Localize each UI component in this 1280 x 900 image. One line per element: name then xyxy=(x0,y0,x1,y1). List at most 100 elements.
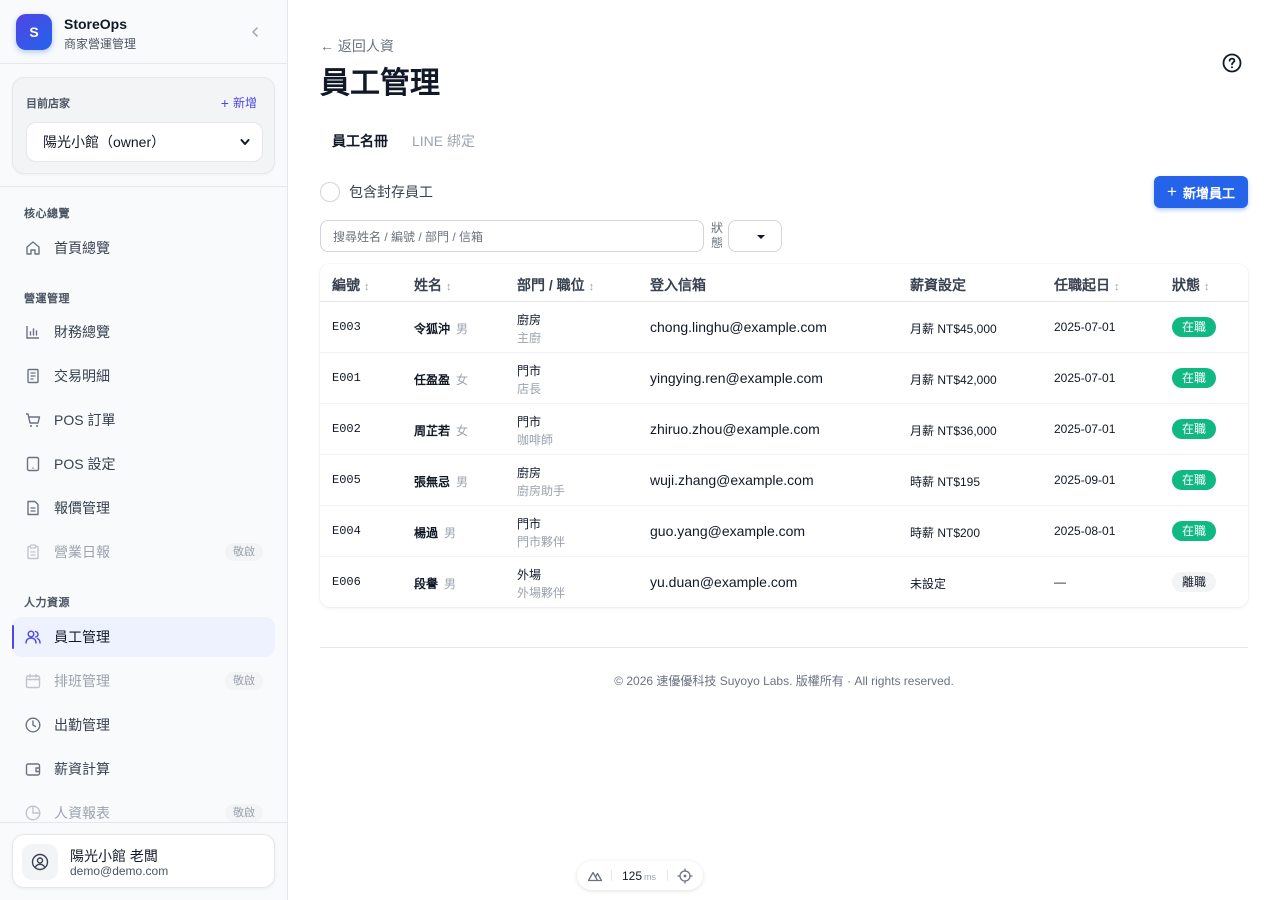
coming-soon-badge: 敬啟 xyxy=(225,672,263,690)
sidebar-item-label: 人資報表 xyxy=(54,805,110,821)
employee-email: guo.yang@example.com xyxy=(650,523,806,539)
col-header-dept[interactable]: 部門 / 職位 ↕ xyxy=(517,275,594,295)
wallet-icon xyxy=(24,760,42,778)
sidebar-item-label: 交易明細 xyxy=(54,368,110,384)
employee-start-date: 2025-08-01 xyxy=(1054,524,1116,538)
col-header-status[interactable]: 狀態 ↕ xyxy=(1172,275,1210,295)
employee-salary: 時薪 NT$195 xyxy=(910,475,981,489)
sidebar-item-label: POS 訂單 xyxy=(54,412,116,428)
store-select[interactable]: 陽光小館（owner） xyxy=(26,122,263,162)
search-input[interactable]: 搜尋姓名 / 編號 / 部門 / 信箱 xyxy=(320,220,704,252)
employee-id: E004 xyxy=(332,524,361,538)
status-badge: 在職 xyxy=(1172,368,1217,388)
sidebar-item-pos-settings[interactable]: POS 設定 xyxy=(12,444,275,484)
employee-id: E003 xyxy=(332,320,361,334)
employee-email: yu.duan@example.com xyxy=(650,574,798,590)
checkbox[interactable] xyxy=(320,182,340,202)
status-badge: 在職 xyxy=(1172,419,1217,439)
employee-start-date: 2025-07-01 xyxy=(1054,371,1116,385)
coming-soon-badge: 敬啟 xyxy=(225,543,263,561)
file-text-icon xyxy=(24,499,42,517)
employee-salary: 月薪 NT$42,000 xyxy=(910,373,997,387)
sidebar-item-shifts[interactable]: 排班管理 敬啟 xyxy=(12,661,275,701)
store-select-value: 陽光小館（owner） xyxy=(43,134,166,150)
calendar-icon xyxy=(24,672,42,690)
tab-line-binding[interactable]: LINE 綁定 xyxy=(412,131,475,151)
sidebar-item-label: 出勤管理 xyxy=(54,717,110,733)
employee-role: 主廚 xyxy=(517,331,542,345)
store-label: 目前店家 xyxy=(26,98,70,110)
sidebar-item-employees[interactable]: 員工管理 xyxy=(12,617,275,657)
divider xyxy=(320,647,1248,648)
table-row[interactable]: E001 任盈盈女 門市 店長 yingying.ren@example.com… xyxy=(320,353,1248,404)
status-filter-select[interactable] xyxy=(728,220,782,252)
sidebar-item-home[interactable]: 首頁總覽 xyxy=(12,228,275,268)
employee-start-date: — xyxy=(1054,575,1066,589)
table-row[interactable]: E005 張無忌男 廚房 廚房助手 wuji.zhang@example.com… xyxy=(320,455,1248,506)
add-store-button[interactable]: + 新增 xyxy=(221,94,257,111)
cart-icon xyxy=(24,411,42,429)
sidebar-item-transactions[interactable]: 交易明細 xyxy=(12,356,275,396)
brand-name: StoreOps xyxy=(64,16,128,32)
help-button[interactable] xyxy=(1222,53,1242,73)
sidebar-item-label: 薪資計算 xyxy=(54,761,110,777)
main-content: ← 返回人資 員工管理 員工名冊 LINE 綁定 包含封存員工 + 新增員工 搜… xyxy=(288,0,1280,900)
sidebar-item-attendance[interactable]: 出勤管理 xyxy=(12,705,275,745)
table-header: 編號 ↕ 姓名 ↕ 部門 / 職位 ↕ 登入信箱 薪資設定 任職起日 ↕ 狀態 ↕ xyxy=(320,264,1248,302)
chevron-down-icon xyxy=(240,139,250,145)
users-icon xyxy=(24,628,42,646)
pie-chart-icon xyxy=(24,804,42,822)
nuxt-logo-icon[interactable] xyxy=(587,868,603,884)
search-placeholder: 搜尋姓名 / 編號 / 部門 / 信箱 xyxy=(333,229,484,244)
tab-roster[interactable]: 員工名冊 xyxy=(332,131,388,151)
clock-icon xyxy=(24,716,42,734)
avatar xyxy=(22,844,58,880)
table-row[interactable]: E003 令狐沖男 廚房 主廚 chong.linghu@example.com… xyxy=(320,302,1248,353)
tablet-icon xyxy=(24,455,42,473)
crosshair-icon[interactable] xyxy=(677,868,693,884)
col-header-id[interactable]: 編號 ↕ xyxy=(332,275,370,295)
add-employee-button[interactable]: + 新增員工 xyxy=(1154,176,1248,208)
table-row[interactable]: E006 段譽男 外場 外場夥伴 yu.duan@example.com 未設定… xyxy=(320,557,1248,607)
sidebar-item-label: 員工管理 xyxy=(54,629,110,645)
nav-section-operations: 營運管理 xyxy=(24,293,70,305)
status-badge: 在職 xyxy=(1172,521,1217,541)
add-store-label: 新增 xyxy=(232,96,257,110)
brand-header: S StoreOps 商家營運管理 xyxy=(0,0,287,64)
sidebar-item-finance[interactable]: 財務總覽 xyxy=(12,312,275,352)
col-header-start-date[interactable]: 任職起日 ↕ xyxy=(1054,275,1120,295)
clipboard-icon xyxy=(24,543,42,561)
sidebar-item-label: POS 設定 xyxy=(54,456,116,472)
add-employee-label: 新增員工 xyxy=(1182,185,1235,201)
sort-icon: ↕ xyxy=(588,281,595,293)
brand-logo: S xyxy=(16,14,52,50)
back-to-hr-link[interactable]: ← 返回人資 xyxy=(320,36,394,56)
include-archived-toggle[interactable]: 包含封存員工 xyxy=(320,182,433,202)
employee-gender: 男 xyxy=(444,526,457,540)
employee-gender: 女 xyxy=(456,424,469,438)
employee-email: wuji.zhang@example.com xyxy=(650,472,814,488)
divider xyxy=(611,870,612,881)
nav-section-hr: 人力資源 xyxy=(24,597,70,609)
chevron-left-icon xyxy=(252,27,258,37)
sidebar-item-quotes[interactable]: 報價管理 xyxy=(12,488,275,528)
sidebar-item-pos-orders[interactable]: POS 訂單 xyxy=(12,400,275,440)
brand-subtitle: 商家營運管理 xyxy=(64,37,137,51)
sidebar-item-hr-reports[interactable]: 人資報表 敬啟 xyxy=(12,793,275,822)
sidebar-item-payroll[interactable]: 薪資計算 xyxy=(12,749,275,789)
employee-id: E001 xyxy=(332,371,361,385)
sidebar-item-label: 營業日報 xyxy=(54,544,110,560)
col-header-salary: 薪資設定 xyxy=(910,277,966,293)
user-circle-icon xyxy=(31,853,49,871)
sidebar-item-daily-report[interactable]: 營業日報 敬啟 xyxy=(12,532,275,572)
divider xyxy=(667,870,668,881)
user-profile-card[interactable]: 陽光小館 老闆 demo@demo.com xyxy=(12,834,275,888)
plus-icon: + xyxy=(1167,182,1177,201)
sidebar-nav: 核心總覽 首頁總覽 營運管理 財務總覽 交易明細 POS 訂單 POS 設定 報… xyxy=(0,187,287,822)
employee-id: E005 xyxy=(332,473,361,487)
col-header-name[interactable]: 姓名 ↕ xyxy=(414,275,452,295)
table-row[interactable]: E004 楊過男 門市 門市夥伴 guo.yang@example.com 時薪… xyxy=(320,506,1248,557)
coming-soon-badge: 敬啟 xyxy=(225,804,263,822)
table-row[interactable]: E002 周芷若女 門市 咖啡師 zhiruo.zhou@example.com… xyxy=(320,404,1248,455)
collapse-sidebar-button[interactable] xyxy=(245,22,265,42)
